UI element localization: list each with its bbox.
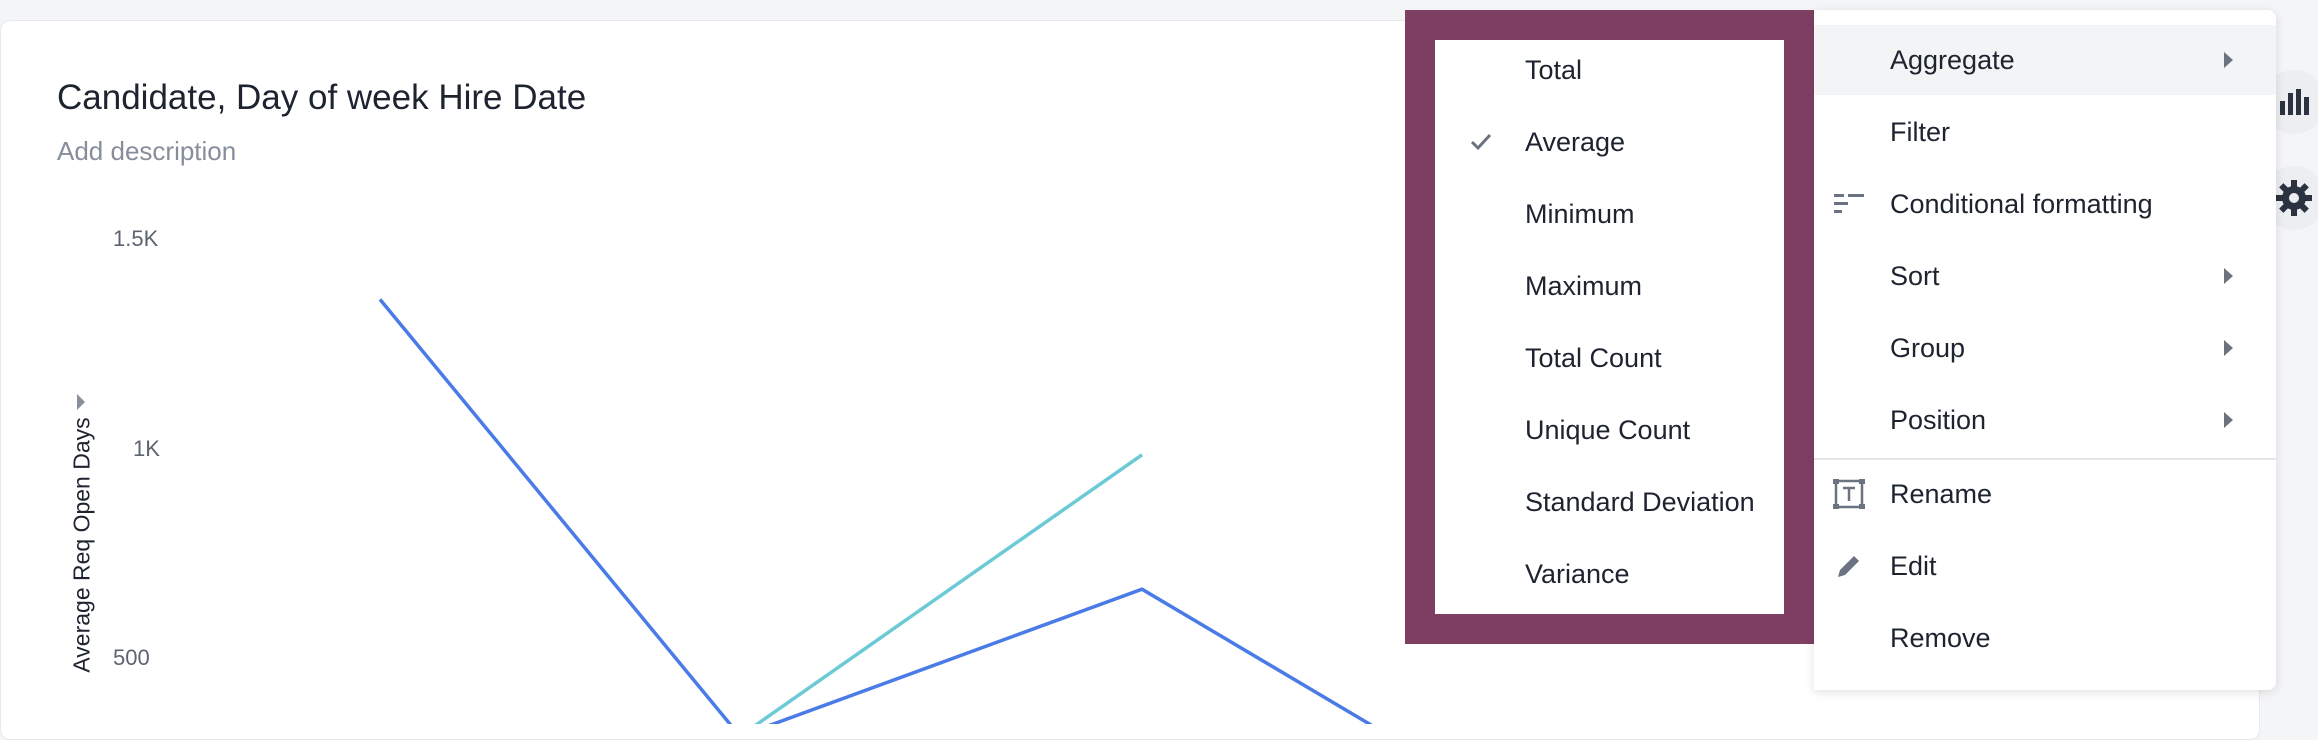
aggregate-option-maximum[interactable]: Maximum [1435,256,1784,316]
checkmark-icon [1470,133,1492,151]
pencil-icon [1838,556,1859,577]
chevron-right-icon [2224,52,2233,68]
column-context-menu: Aggregate Filter Conditional formatting … [1814,10,2276,690]
series-line-1[interactable] [378,298,1390,724]
aggregate-option-minimum[interactable]: Minimum [1435,184,1784,244]
aggregate-option-unique-count[interactable]: Unique Count [1435,400,1784,460]
chevron-right-icon [2224,412,2233,428]
menu-item-rename[interactable]: Rename [1814,459,2276,529]
chevron-right-icon [2224,268,2233,284]
menu-item-position[interactable]: Position [1814,385,2276,455]
aggregate-submenu: Total Average Minimum Maximum Total Coun… [1435,40,1784,614]
aggregate-option-average[interactable]: Average [1435,112,1784,172]
menu-item-filter[interactable]: Filter [1814,97,2276,167]
aggregate-option-total-count[interactable]: Total Count [1435,328,1784,388]
menu-item-edit[interactable]: Edit [1814,531,2276,601]
series-line-2[interactable] [740,453,1144,724]
aggregate-option-variance[interactable]: Variance [1435,544,1784,604]
aggregate-option-total[interactable]: Total [1435,40,1784,100]
menu-item-group[interactable]: Group [1814,313,2276,383]
menu-item-sort[interactable]: Sort [1814,241,2276,311]
gear-icon [2276,180,2312,216]
aggregate-option-standard-deviation[interactable]: Standard Deviation [1435,472,1784,532]
menu-item-conditional-formatting[interactable]: Conditional formatting [1814,169,2276,239]
chevron-right-icon [2224,340,2233,356]
rename-icon [1833,479,1865,509]
menu-item-remove[interactable]: Remove [1814,603,2276,673]
conditional-formatting-icon [1834,194,1864,213]
bar-chart-icon [2280,89,2309,115]
menu-item-aggregate[interactable]: Aggregate [1814,25,2276,95]
